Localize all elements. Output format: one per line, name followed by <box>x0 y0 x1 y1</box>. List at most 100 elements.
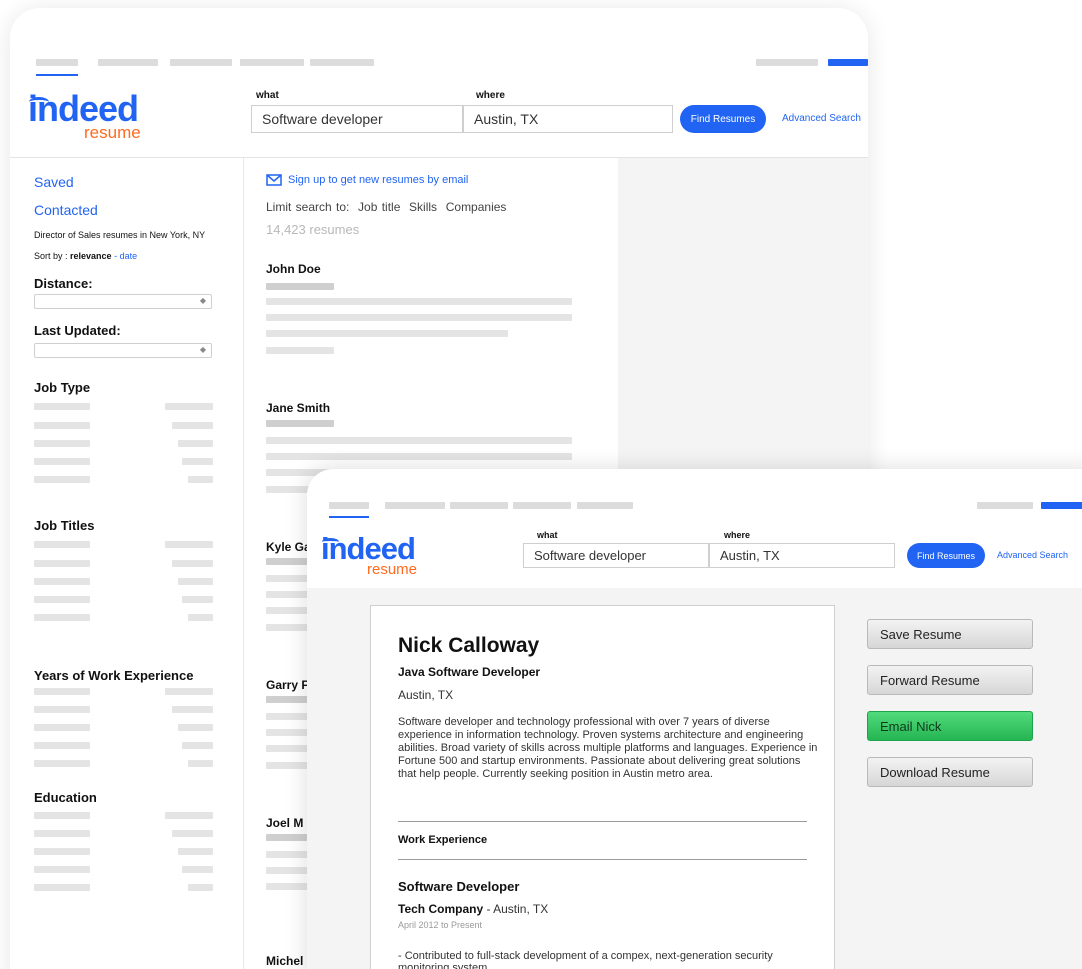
nav-tab-4[interactable] <box>513 502 571 509</box>
sort-prefix: Sort by : <box>34 251 71 261</box>
limit-search-options[interactable]: Limit search to: Job title Skills Compan… <box>266 200 506 214</box>
contacted-link[interactable]: Contacted <box>34 202 98 218</box>
filter-option[interactable] <box>34 848 90 855</box>
find-resumes-button[interactable]: Find Resumes <box>907 543 985 568</box>
nav-tab-1[interactable] <box>329 502 369 509</box>
job-bullet: - Contributed to full-stack development … <box>398 950 773 969</box>
nav-tab-5[interactable] <box>310 59 374 66</box>
company-location: - Austin, TX <box>483 902 549 916</box>
nav-tab-4[interactable] <box>240 59 304 66</box>
what-input[interactable]: Software developer <box>251 105 463 133</box>
forward-resume-button[interactable]: Forward Resume <box>867 665 1033 695</box>
candidate-name[interactable]: Kyle Ga <box>266 540 311 554</box>
where-input[interactable]: Austin, TX <box>463 105 673 133</box>
filter-option[interactable] <box>34 812 90 819</box>
resume-detail-window: indeed resume what Software developer wh… <box>307 469 1082 969</box>
filter-option[interactable] <box>34 458 90 465</box>
filter-option[interactable] <box>34 706 90 713</box>
distance-select[interactable]: ◆ <box>34 294 212 309</box>
candidate-name[interactable]: Michel <box>266 954 303 968</box>
email-candidate-button[interactable]: Email Nick <box>867 711 1033 741</box>
email-alert-signup[interactable]: Sign up to get new resumes by email <box>266 174 468 186</box>
filter-option[interactable] <box>34 440 90 447</box>
top-nav-bar <box>307 469 1082 518</box>
filter-option[interactable] <box>34 403 90 410</box>
filter-count <box>182 596 213 603</box>
candidate-name[interactable]: Joel M <box>266 816 303 830</box>
placeholder-line <box>266 314 572 321</box>
advanced-search-link[interactable]: Advanced Search <box>782 113 861 124</box>
job-company: Tech Company - Austin, TX <box>398 902 548 916</box>
placeholder-line <box>266 330 508 337</box>
what-input[interactable]: Software developer <box>523 543 709 568</box>
candidate-summary: Software developer and technology profes… <box>398 716 818 780</box>
filter-option[interactable] <box>34 866 90 873</box>
filter-count <box>178 848 213 855</box>
filter-option[interactable] <box>34 884 90 891</box>
section-divider <box>398 821 807 822</box>
advanced-search-link[interactable]: Advanced Search <box>997 550 1068 560</box>
filter-count <box>172 422 213 429</box>
find-resumes-button[interactable]: Find Resumes <box>680 105 766 133</box>
filter-count <box>178 440 213 447</box>
save-resume-button[interactable]: Save Resume <box>867 619 1033 649</box>
nav-tab-3[interactable] <box>450 502 508 509</box>
filter-count <box>172 560 213 567</box>
filter-option[interactable] <box>34 476 90 483</box>
sort-date-link[interactable]: date <box>120 251 138 261</box>
active-tab-underline <box>329 516 369 518</box>
filter-option[interactable] <box>34 596 90 603</box>
filter-count <box>172 706 213 713</box>
candidate-title: Java Software Developer <box>398 665 541 679</box>
filter-count <box>188 476 213 483</box>
filter-option[interactable] <box>34 541 90 548</box>
filter-option[interactable] <box>34 688 90 695</box>
nav-account[interactable] <box>977 502 1033 509</box>
last-updated-heading: Last Updated: <box>34 323 121 338</box>
nav-tab-5[interactable] <box>577 502 633 509</box>
filter-option[interactable] <box>34 742 90 749</box>
search-context: Director of Sales resumes in New York, N… <box>34 230 206 240</box>
company-name: Tech Company <box>398 902 484 916</box>
filter-option[interactable] <box>34 614 90 621</box>
nav-tab-2[interactable] <box>98 59 158 66</box>
sort-by: Sort by : relevance - date <box>34 251 137 261</box>
filter-option[interactable] <box>34 560 90 567</box>
nav-tab-3[interactable] <box>170 59 232 66</box>
where-input[interactable]: Austin, TX <box>709 543 895 568</box>
filter-option[interactable] <box>34 578 90 585</box>
nav-tab-2[interactable] <box>385 502 445 509</box>
filter-option[interactable] <box>34 724 90 731</box>
what-label: what <box>537 530 558 540</box>
filter-count <box>188 884 213 891</box>
filter-option[interactable] <box>34 760 90 767</box>
logo-wordmark: indeed <box>28 88 139 129</box>
saved-link[interactable]: Saved <box>34 174 74 190</box>
job-dates: April 2012 to Present <box>398 920 483 930</box>
filter-option[interactable] <box>34 422 90 429</box>
placeholder-line <box>266 298 572 305</box>
candidate-name[interactable]: John Doe <box>266 262 321 276</box>
work-experience-heading: Work Experience <box>398 834 488 846</box>
mail-icon <box>266 174 282 186</box>
logo-product: resume <box>84 123 141 142</box>
download-resume-button[interactable]: Download Resume <box>867 757 1033 787</box>
filter-count <box>178 578 213 585</box>
filter-count <box>182 742 213 749</box>
filter-option[interactable] <box>34 830 90 837</box>
placeholder-line <box>266 420 334 427</box>
logo-wordmark: indeed <box>321 531 416 566</box>
indeed-logo[interactable]: indeed resume <box>321 533 441 583</box>
nav-account[interactable] <box>756 59 818 66</box>
nav-employer-button[interactable] <box>828 59 868 66</box>
nav-employer-button[interactable] <box>1041 502 1082 509</box>
indeed-logo[interactable]: indeed resume <box>28 91 168 151</box>
email-alert-label: Sign up to get new resumes by email <box>288 174 469 186</box>
candidate-name[interactable]: Garry F <box>266 678 309 692</box>
filter-count <box>188 614 213 621</box>
nav-tab-1[interactable] <box>36 59 78 66</box>
sort-relevance[interactable]: relevance <box>70 251 112 261</box>
candidate-name[interactable]: Jane Smith <box>266 401 330 415</box>
last-updated-select[interactable]: ◆ <box>34 343 212 358</box>
where-label: where <box>476 90 505 101</box>
